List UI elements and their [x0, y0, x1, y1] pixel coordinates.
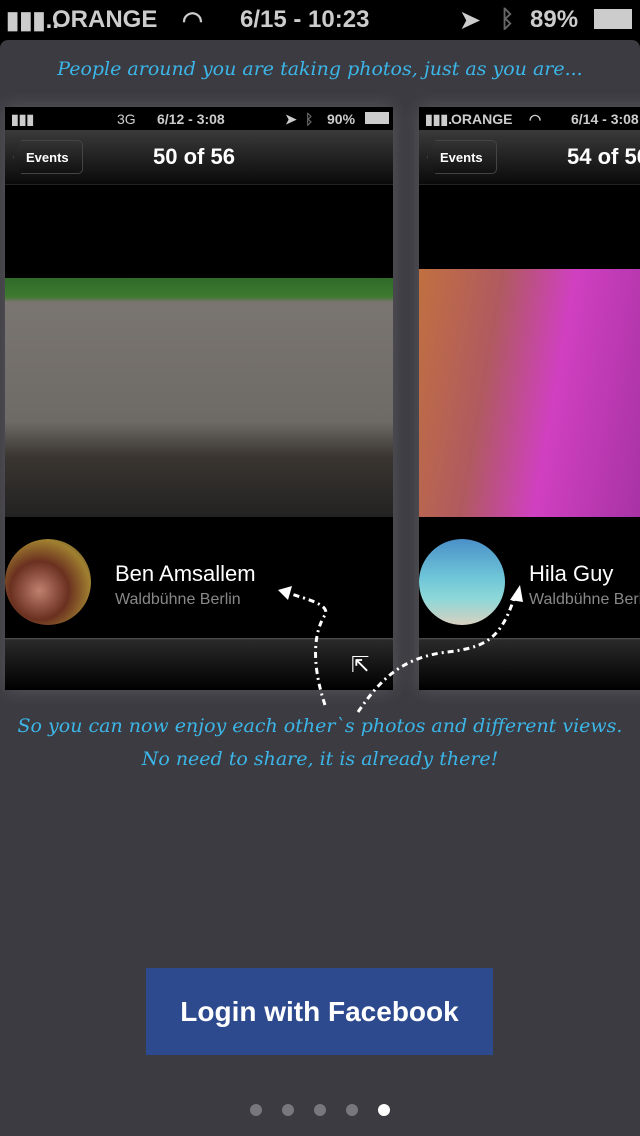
page-dot[interactable]: [250, 1104, 262, 1116]
arrow-right: [356, 594, 517, 713]
page-dot[interactable]: [346, 1104, 358, 1116]
arrow-right-head: [510, 585, 523, 602]
arrow-left: [284, 590, 328, 706]
arrow-left-head: [278, 586, 292, 600]
login-facebook-button[interactable]: Login with Facebook: [146, 968, 493, 1055]
page-dot-active[interactable]: [378, 1104, 390, 1116]
dotted-arrows: [278, 585, 523, 713]
page-dot[interactable]: [314, 1104, 326, 1116]
subtext-line-1: So you can now enjoy each other`s photos…: [17, 715, 623, 737]
page-dot[interactable]: [282, 1104, 294, 1116]
subtext-line-2: No need to share, it is already there!: [141, 748, 499, 770]
